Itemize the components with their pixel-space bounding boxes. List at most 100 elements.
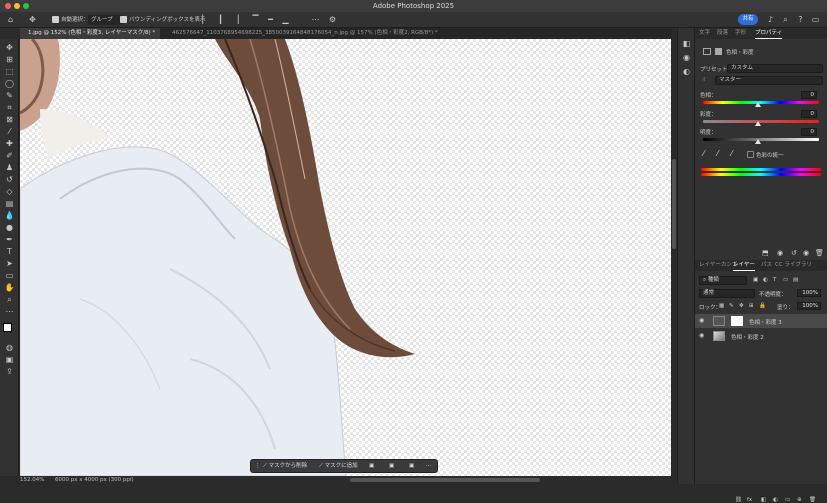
type-tool-icon[interactable]: T [3,246,16,257]
new-layer-icon[interactable]: ⊕ [797,497,802,503]
hand-tool-icon[interactable]: ✋ [3,282,16,293]
filter-type-icon[interactable]: T [773,277,776,283]
new-group-icon[interactable]: ▭ [785,497,790,503]
blend-mode-dropdown[interactable]: 通常 [699,289,755,298]
channel-dropdown[interactable]: マスター [715,76,823,85]
move-tool-icon[interactable]: ✥ [3,42,16,53]
mask-option-3-icon[interactable]: ▣ [409,461,414,472]
hue-slider[interactable] [703,101,819,104]
lasso-tool-icon[interactable]: ◯ [3,78,16,89]
auto-select-target-dropdown[interactable]: グループ [88,15,123,25]
hue-slider-knob[interactable] [755,102,761,107]
align-top-icon[interactable]: ▔ [250,14,261,25]
add-to-mask-button[interactable]: ⟋ マスクに追加 [319,461,358,472]
brush-tool-icon[interactable]: ✐ [3,150,16,161]
foreground-color-swatch[interactable] [3,323,12,332]
preset-dropdown[interactable]: カスタム [727,64,823,73]
mask-option-1-icon[interactable]: ▣ [369,461,374,472]
pen-tool-icon[interactable]: ✒ [3,234,16,245]
settings-gear-icon[interactable]: ⚙ [327,14,338,25]
hue-input[interactable]: 0 [801,91,817,99]
help-icon[interactable]: ? [795,14,806,25]
align-right-icon[interactable]: ▕ [230,14,241,25]
document-canvas[interactable] [20,39,671,476]
subtract-from-mask-button[interactable]: ⟋ マスクから削除 [263,461,307,472]
filter-pixel-icon[interactable]: ▣ [753,277,758,283]
libraries-icon[interactable]: ◧ [680,38,693,49]
rectangle-tool-icon[interactable]: ▭ [3,270,16,281]
scrollbar-thumb[interactable] [672,159,676,249]
quick-select-icon[interactable]: ✎ [3,90,16,101]
mask-option-2-icon[interactable]: ▣ [389,461,394,472]
tab-layers[interactable]: レイヤー [733,260,755,271]
zoom-tool-icon[interactable]: ⌕ [3,294,16,305]
drag-handle-icon[interactable]: ⋮ [255,461,261,472]
blur-tool-icon[interactable]: 💧 [3,210,16,221]
lock-artboard-icon[interactable]: ⊞ [749,303,754,309]
notification-bell-icon[interactable]: ♪ [765,14,776,25]
tab-layer-comps[interactable]: レイヤーカンプ [699,260,737,271]
add-mask-icon[interactable]: ◧ [761,497,766,503]
saturation-slider[interactable] [703,120,819,123]
path-select-icon[interactable]: ➤ [3,258,16,269]
doc-tab-inactive[interactable]: 462576647_1103768954698225_3850039164848… [164,28,464,39]
layer-row[interactable]: ◉ 色相・彩度 3 [695,314,827,328]
mask-icon[interactable] [715,48,722,55]
doc-tab-active[interactable]: 1.jpg @ 152% (色相・彩度3, レイヤーマスク/8) * [20,28,160,39]
eyedropper-icon[interactable]: ⁄ [3,126,16,137]
delete-icon[interactable]: 🗑 [815,249,824,257]
share-button[interactable]: 共有 [738,14,758,25]
lock-position-icon[interactable]: ✥ [739,303,744,309]
align-center-icon[interactable]: ┃ [215,14,226,25]
tab-paragraph[interactable]: 段落 [717,28,728,39]
frame-tool-icon[interactable]: ⊠ [3,114,16,125]
lightness-input[interactable]: 0 [801,128,817,136]
eyedropper-icon[interactable]: ⁄ [703,149,704,158]
visibility-eye-icon[interactable]: ◉ [699,317,707,325]
eraser-tool-icon[interactable]: ◇ [3,186,16,197]
crop-tool-icon[interactable]: ⌗ [3,102,16,113]
lightness-slider-knob[interactable] [755,139,761,144]
search-icon[interactable]: ⌕ [780,14,791,25]
eyedropper-minus-icon[interactable]: ⁄ [731,149,732,158]
share-icon[interactable]: ⇪ [3,366,16,377]
zoom-level[interactable]: 152.04% [20,476,44,484]
view-previous-icon[interactable]: ◉ [777,249,783,257]
layer-filter-dropdown[interactable]: ⌕ 種類 [699,276,747,285]
bounding-box-checkbox[interactable] [120,16,127,23]
saturation-input[interactable]: 0 [801,110,817,118]
lightness-slider[interactable] [703,138,819,141]
move-tool-icon[interactable]: ✥ [27,14,38,25]
tab-cc-libraries[interactable]: CC ライブラリ [775,260,812,271]
marquee-tool-icon[interactable]: ⬚ [3,66,16,77]
more-tools-icon[interactable]: ⋯ [3,306,16,317]
visibility-eye-icon[interactable]: ◉ [699,332,707,340]
tab-properties[interactable]: プロパティ [755,28,783,39]
horizontal-scrollbar-thumb[interactable] [350,478,540,482]
screen-mode-icon[interactable]: ▣ [3,354,16,365]
reset-icon[interactable]: ↺ [791,249,797,257]
fill-input[interactable]: 100% [797,302,821,310]
delete-layer-icon[interactable]: 🗑 [809,497,816,503]
dodge-tool-icon[interactable]: ● [3,222,16,233]
align-bottom-icon[interactable]: ▁ [280,14,291,25]
filter-adjustment-icon[interactable]: ◐ [763,277,768,283]
clone-stamp-icon[interactable]: ♟ [3,162,16,173]
filter-shape-icon[interactable]: ▭ [783,277,788,283]
gradient-tool-icon[interactable]: ▤ [3,198,16,209]
layer-row[interactable]: ◉ 色相・彩度 2 [695,329,827,343]
artboard-tool-icon[interactable]: ⊞ [3,54,16,65]
tab-paths[interactable]: パス [761,260,772,271]
filter-smart-icon[interactable]: ▤ [793,277,798,283]
history-brush-icon[interactable]: ↺ [3,174,16,185]
home-icon[interactable]: ⌂ [5,14,16,25]
eyedropper-plus-icon[interactable]: ⁄ [717,149,718,158]
lock-all-icon[interactable]: 🔒 [759,303,766,309]
lock-transparent-icon[interactable]: ▦ [719,303,724,309]
tab-character[interactable]: 文字 [699,28,710,39]
link-layers-icon[interactable]: ⛓ [735,497,742,503]
layer-mask-thumb[interactable] [731,316,743,326]
more-options-icon[interactable]: ⋯ [310,14,321,25]
hand-adjust-icon[interactable]: ☝ [702,77,705,83]
auto-select-checkbox[interactable] [52,16,59,23]
